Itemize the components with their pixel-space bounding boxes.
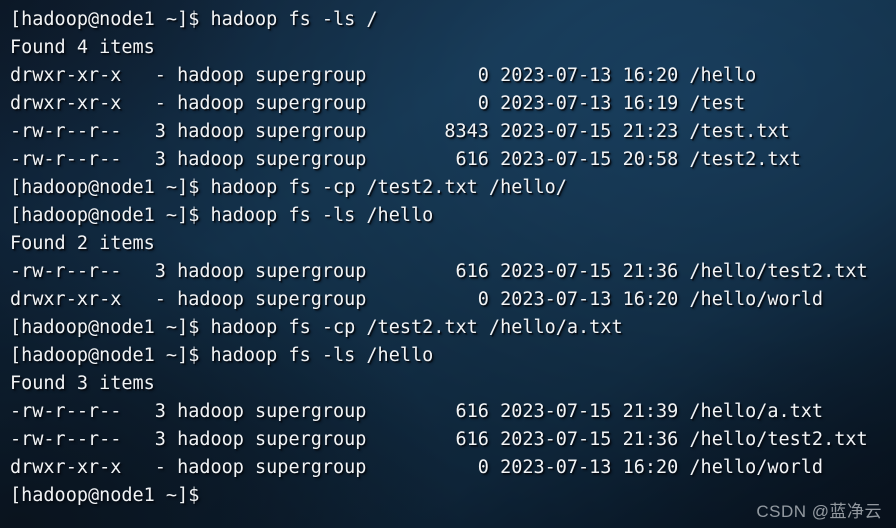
terminal-line: drwxr-xr-x - hadoop supergroup 0 2023-07…: [10, 65, 757, 86]
terminal-line: -rw-r--r-- 3 hadoop supergroup 616 2023-…: [10, 261, 868, 282]
terminal-line: -rw-r--r-- 3 hadoop supergroup 616 2023-…: [10, 429, 868, 450]
terminal-line: drwxr-xr-x - hadoop supergroup 0 2023-07…: [10, 457, 824, 478]
terminal-line: drwxr-xr-x - hadoop supergroup 0 2023-07…: [10, 93, 746, 114]
terminal-line: drwxr-xr-x - hadoop supergroup 0 2023-07…: [10, 289, 824, 310]
terminal-line: [hadoop@node1 ~]$ hadoop fs -ls /hello: [10, 345, 434, 366]
terminal-line: Found 4 items: [10, 37, 155, 58]
terminal-line: -rw-r--r-- 3 hadoop supergroup 616 2023-…: [10, 401, 824, 422]
terminal-line: -rw-r--r-- 3 hadoop supergroup 616 2023-…: [10, 149, 801, 170]
terminal-line: [hadoop@node1 ~]$ hadoop fs -ls /: [10, 9, 378, 30]
terminal-line: Found 2 items: [10, 233, 155, 254]
terminal-output-area[interactable]: [hadoop@node1 ~]$ hadoop fs -ls / Found …: [0, 0, 896, 528]
terminal-line: [hadoop@node1 ~]$ hadoop fs -cp /test2.t…: [10, 177, 567, 198]
terminal-line: [hadoop@node1 ~]$ hadoop fs -cp /test2.t…: [10, 317, 623, 338]
terminal-line: Found 3 items: [10, 373, 155, 394]
terminal-line: [hadoop@node1 ~]$ hadoop fs -ls /hello: [10, 205, 434, 226]
terminal-line: -rw-r--r-- 3 hadoop supergroup 8343 2023…: [10, 121, 790, 142]
terminal-window[interactable]: [hadoop@node1 ~]$ hadoop fs -ls / Found …: [0, 0, 896, 528]
csdn-watermark: CSDN @蓝净云: [756, 502, 882, 521]
